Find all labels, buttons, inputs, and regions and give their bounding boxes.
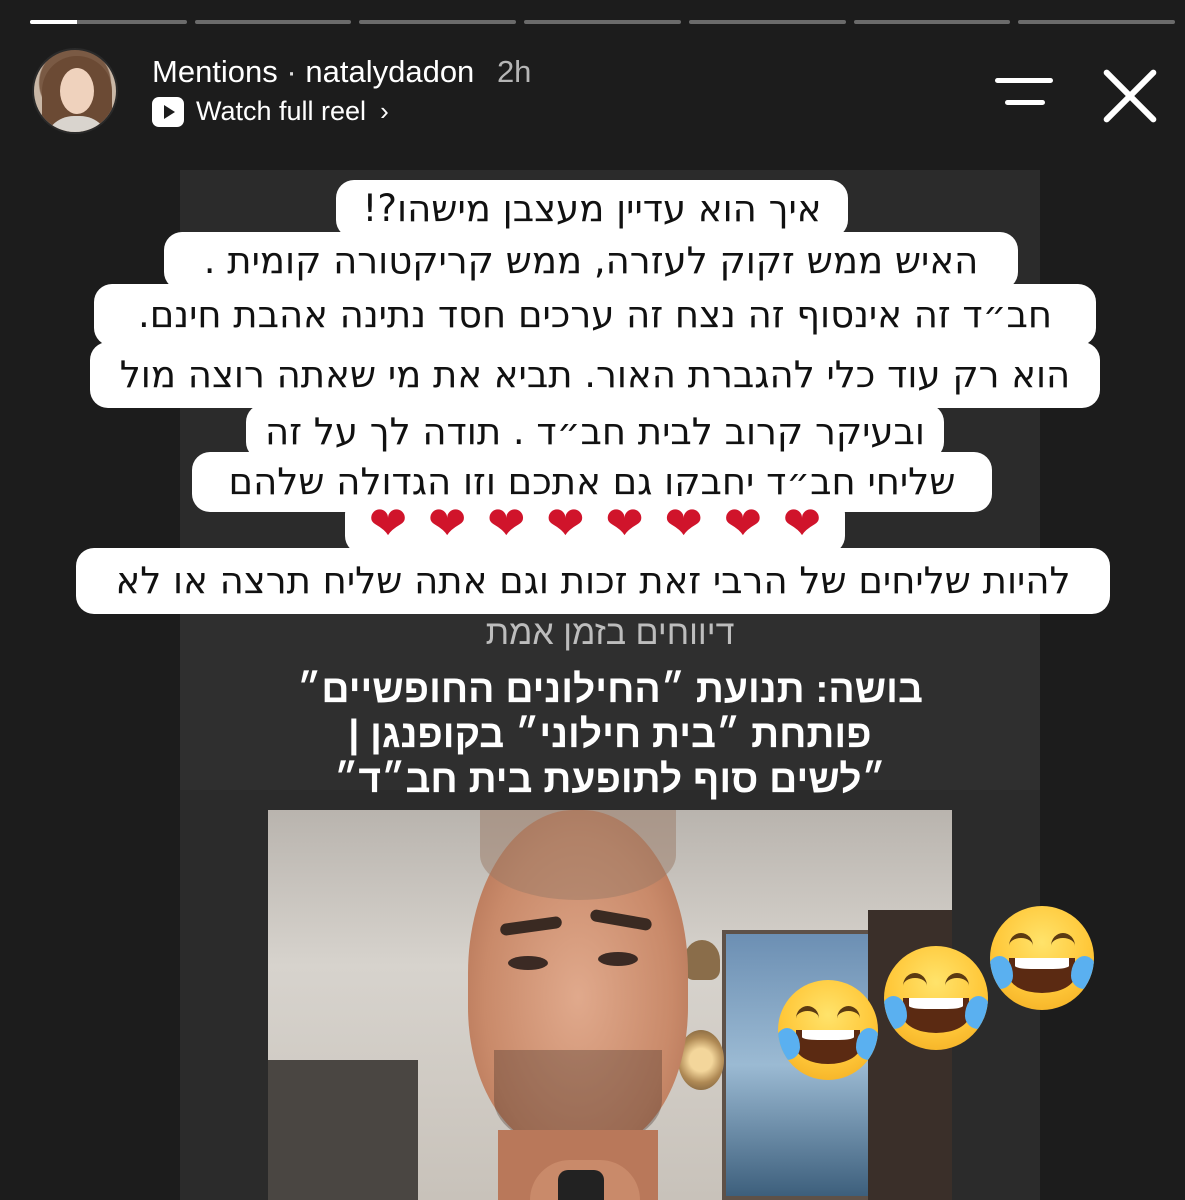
red-heart-emoji: ❤ — [664, 497, 703, 549]
red-heart-emoji: ❤ — [487, 497, 526, 549]
tears-of-joy-emoji[interactable] — [990, 906, 1094, 1010]
separator: · — [286, 54, 297, 89]
reel-subcaption: דיווחים בזמן אמת — [485, 614, 735, 652]
tears-of-joy-emoji[interactable] — [884, 946, 988, 1050]
red-heart-emoji: ❤ — [782, 497, 822, 549]
hearts-row: ❤ ❤ ❤ ❤ ❤ ❤ ❤ ❤ — [365, 500, 825, 554]
avatar[interactable] — [32, 48, 118, 134]
username-link[interactable]: natalydadon — [305, 54, 474, 89]
reel-headline-line: פותחת ״בית חילוני״ בקופנגן | — [348, 713, 872, 756]
story-viewer[interactable]: Mentions · natalydadon 2h Watch full ree… — [0, 0, 1185, 1200]
progress-segment — [688, 20, 846, 24]
watch-full-reel-label: Watch full reel — [196, 96, 367, 126]
progress-segment — [30, 20, 187, 24]
red-heart-emoji: ❤ — [723, 497, 763, 549]
red-heart-emoji: ❤ — [546, 497, 585, 549]
watch-full-reel-link[interactable]: Watch full reel › — [152, 96, 389, 127]
progress-segment — [194, 20, 352, 24]
chevron-right-icon: › — [380, 96, 389, 126]
close-x-icon[interactable] — [1100, 66, 1160, 126]
red-heart-emoji: ❤ — [368, 497, 408, 549]
progress-segment — [524, 20, 681, 24]
reel-headline-line: בושה: תנועת ״החילונים החופשיים״ — [297, 668, 923, 711]
red-heart-emoji: ❤ — [427, 497, 467, 549]
story-header-title: Mentions · natalydadon 2h — [152, 54, 531, 90]
progress-segment — [853, 20, 1011, 24]
reel-play-icon — [152, 96, 184, 127]
progress-segment — [1018, 20, 1176, 24]
story-progress-bar — [30, 20, 1176, 26]
menu-lines-icon[interactable] — [995, 74, 1053, 108]
sticker-text-line[interactable]: איך הוא עדיין מעצבן מישהו?! — [336, 180, 848, 238]
sticker-text-line[interactable]: חב״ד זה אינסוף זה נצח זה ערכים חסד נתינה… — [94, 284, 1096, 346]
sticker-text-line[interactable]: הוא רק עוד כלי להגברת האור. תביא את מי ש… — [90, 342, 1100, 408]
story-context[interactable]: Mentions — [152, 54, 278, 89]
post-time: 2h — [496, 54, 532, 89]
sticker-text-line[interactable]: האיש ממש זקוק לעזרה, ממש קריקטורה קומית … — [164, 232, 1018, 290]
reel-headline-line: ״לשים סוף לתופעת בית חב״ד״ — [334, 758, 886, 801]
progress-segment — [359, 20, 517, 24]
red-heart-emoji: ❤ — [605, 497, 644, 549]
tears-of-joy-emoji[interactable] — [778, 980, 878, 1080]
sticker-text-line[interactable]: להיות שליחים של הרבי זאת זכות וגם אתה של… — [76, 548, 1110, 614]
